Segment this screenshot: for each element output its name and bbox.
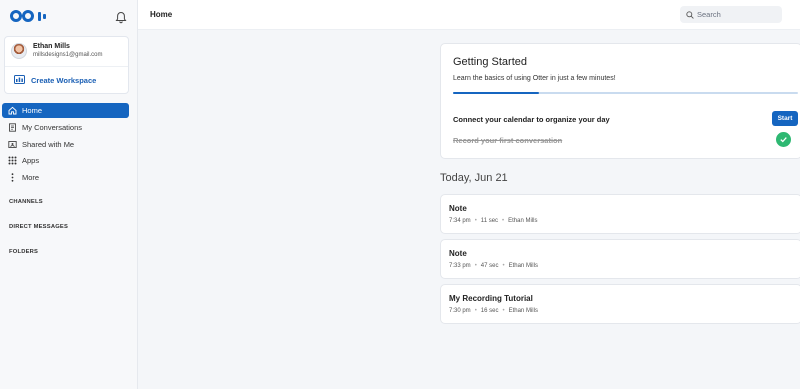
section-channels[interactable]: CHANNELS [9,199,43,205]
sidebar-item-shared-with-me[interactable]: Shared with Me [2,137,129,152]
note-time: 7:33 pm [449,263,471,269]
date-heading: Today, Jun 21 [440,172,508,184]
progress-fill [453,92,540,94]
sidebar: Ethan Mills millsdesigns1@gmail.com Crea… [0,0,138,389]
search-input[interactable] [697,10,772,19]
note-meta: 7:34 pm • 11 sec • Ethan Mills [449,218,538,224]
sidebar-item-label: Apps [22,156,40,165]
sidebar-item-label: Shared with Me [22,140,75,149]
document-icon [8,123,17,132]
note-duration: 47 sec [480,263,499,269]
note-meta: 7:33 pm • 47 sec • Ethan Mills [449,263,538,269]
shared-icon [8,140,17,149]
more-vertical-icon [8,173,17,182]
section-folders[interactable]: FOLDERS [9,249,38,255]
getting-started-title: Getting Started [453,56,527,68]
user-account-card[interactable]: Ethan Mills millsdesigns1@gmail.com Crea… [4,36,129,94]
search-icon [686,10,694,19]
note-author: Ethan Mills [508,263,538,269]
note-author: Ethan Mills [508,308,538,314]
divider [5,66,128,67]
note-title: Note [449,204,467,213]
home-icon [8,106,17,115]
sidebar-item-label: Home [22,106,43,115]
user-name: Ethan Mills [33,43,70,50]
otter-logo[interactable] [10,10,46,22]
sidebar-item-home[interactable]: Home [2,103,129,118]
note-card[interactable]: Note 7:34 pm • 11 sec • Ethan Mills [440,194,800,234]
user-email: millsdesigns1@gmail.com [33,52,103,58]
onboarding-progress-bar [453,92,798,94]
check-circle-icon [776,132,791,147]
notifications-bell-icon[interactable] [115,11,127,24]
create-workspace-link[interactable]: Create Workspace [31,76,96,85]
task-connect-calendar[interactable]: Connect your calendar to organize your d… [453,115,610,124]
note-duration: 16 sec [480,308,499,314]
search-box[interactable] [680,6,782,23]
note-time: 7:30 pm [449,308,471,314]
workspace-icon [14,75,25,84]
getting-started-card: Getting Started Learn the basics of usin… [440,43,800,159]
note-meta: 7:30 pm • 16 sec • Ethan Mills [449,308,538,314]
task-record-conversation: Record your first conversation [453,136,563,145]
note-duration: 11 sec [480,218,499,224]
note-card[interactable]: Note 7:33 pm • 47 sec • Ethan Mills [440,239,800,279]
note-time: 7:34 pm [449,218,471,224]
sidebar-item-more[interactable]: More [2,170,129,185]
note-author: Ethan Mills [508,218,538,224]
note-card[interactable]: My Recording Tutorial 7:30 pm • 16 sec • E… [440,284,800,324]
apps-grid-icon [8,156,17,165]
top-bar: Home [138,0,800,30]
sidebar-item-my-conversations[interactable]: My Conversations [2,120,129,135]
note-title: My Recording Tutorial [449,294,533,303]
getting-started-subtitle: Learn the basics of using Otter in just … [453,75,616,82]
start-button[interactable]: Start [772,111,798,126]
sidebar-item-label: More [22,173,40,182]
section-direct-messages[interactable]: DIRECT MESSAGES [9,224,68,230]
sidebar-item-label: My Conversations [22,123,83,132]
page-title: Home [150,10,173,19]
avatar [11,43,27,59]
sidebar-item-apps[interactable]: Apps [2,153,129,168]
note-title: Note [449,249,467,258]
